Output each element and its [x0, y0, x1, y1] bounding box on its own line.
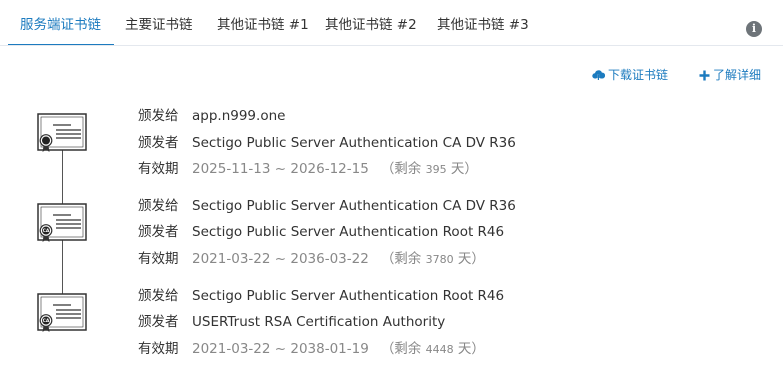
- cert-1-validity-row: 有效期 2021-03-22 ~ 2036-03-22 （剩余 3780 天）: [138, 247, 485, 267]
- remaining-days-value: 3780: [425, 253, 454, 266]
- certificate-icon: CA: [37, 293, 87, 332]
- learn-more-button[interactable]: 了解详细: [699, 66, 761, 83]
- tab-other-chain-1[interactable]: 其他证书链 #1: [217, 13, 309, 33]
- info-icon[interactable]: i: [746, 21, 762, 37]
- tab-server-chain[interactable]: 服务端证书链: [20, 13, 101, 33]
- remaining-days: （剩余 395 天）: [380, 161, 478, 177]
- plus-icon: [699, 70, 710, 81]
- cloud-download-icon: [592, 70, 606, 82]
- ca-badge: CA: [43, 318, 50, 324]
- validity-value: 2021-03-22 ~ 2036-03-22: [192, 251, 369, 267]
- tab-bar: 服务端证书链 主要证书链 其他证书链 #1 其他证书链 #2 其他证书链 #3 …: [0, 0, 783, 47]
- cert-0-issued-to-row: 颁发给 app.n999.one: [138, 104, 285, 124]
- remaining-days: （剩余 3780 天）: [380, 251, 485, 267]
- remaining-days-value: 4448: [425, 343, 454, 356]
- cert-2-validity-row: 有效期 2021-03-22 ~ 2038-01-19 （剩余 4448 天）: [138, 337, 485, 357]
- cert-1-issued-by-row: 颁发者 Sectigo Public Server Authentication …: [138, 220, 504, 240]
- tab-other-chain-3[interactable]: 其他证书链 #3: [437, 13, 529, 33]
- validity-label: 有效期: [138, 161, 179, 177]
- download-chain-label: 下载证书链: [608, 68, 669, 82]
- ca-badge: CA: [43, 228, 50, 234]
- certificate-icon: CA: [37, 203, 87, 242]
- issued-to-value: Sectigo Public Server Authentication Roo…: [192, 288, 505, 304]
- learn-more-label: 了解详细: [713, 68, 762, 82]
- validity-label: 有效期: [138, 341, 179, 357]
- download-chain-button[interactable]: 下载证书链: [592, 66, 668, 83]
- issued-to-value: app.n999.one: [192, 108, 286, 124]
- cert-2-issued-by-row: 颁发者 USERTrust RSA Certification Authority: [138, 310, 445, 330]
- tab-main-chain[interactable]: 主要证书链: [125, 13, 193, 33]
- tab-other-chain-2[interactable]: 其他证书链 #2: [325, 13, 417, 33]
- cert-2-issued-to-row: 颁发给 Sectigo Public Server Authentication …: [138, 284, 504, 304]
- tab-divider: [0, 45, 783, 46]
- issued-to-label: 颁发给: [138, 288, 179, 304]
- issued-by-label: 颁发者: [138, 135, 179, 151]
- remaining-days: （剩余 4448 天）: [380, 341, 485, 357]
- validity-value: 2025-11-13 ~ 2026-12-15: [192, 161, 369, 177]
- cert-0-issued-by-row: 颁发者 Sectigo Public Server Authentication …: [138, 131, 516, 151]
- cert-1-issued-to-row: 颁发给 Sectigo Public Server Authentication …: [138, 194, 516, 214]
- cert-0-validity-row: 有效期 2025-11-13 ~ 2026-12-15 （剩余 395 天）: [138, 157, 478, 177]
- issued-by-value: USERTrust RSA Certification Authority: [192, 314, 446, 330]
- validity-value: 2021-03-22 ~ 2038-01-19: [192, 341, 369, 357]
- issued-to-value: Sectigo Public Server Authentication CA …: [192, 198, 516, 214]
- issued-by-value: Sectigo Public Server Authentication Roo…: [192, 224, 505, 240]
- issued-by-value: Sectigo Public Server Authentication CA …: [192, 135, 516, 151]
- issued-by-label: 颁发者: [138, 314, 179, 330]
- issued-by-label: 颁发者: [138, 224, 179, 240]
- certificate-icon: [37, 113, 87, 152]
- issued-to-label: 颁发给: [138, 108, 179, 124]
- remaining-days-value: 395: [425, 163, 447, 176]
- validity-label: 有效期: [138, 251, 179, 267]
- issued-to-label: 颁发给: [138, 198, 179, 214]
